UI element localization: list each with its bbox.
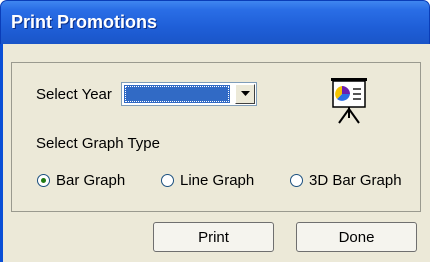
title-bar[interactable]: Print Promotions bbox=[0, 0, 430, 44]
print-promotions-dialog: Print Promotions Select Year Select Grap… bbox=[0, 0, 430, 262]
chevron-down-icon bbox=[241, 91, 250, 96]
radio-label: Bar Graph bbox=[56, 171, 126, 189]
select-graph-type-label: Select Graph Type bbox=[36, 135, 160, 152]
radio-3d-bar-graph[interactable]: 3D Bar Graph bbox=[290, 168, 402, 192]
select-year-value bbox=[124, 85, 230, 103]
radio-button-selected bbox=[37, 173, 50, 187]
radio-label: 3D Bar Graph bbox=[309, 171, 402, 189]
window-title: Print Promotions bbox=[11, 12, 158, 32]
radio-button bbox=[161, 173, 174, 187]
select-year-dropdown-button[interactable] bbox=[235, 84, 255, 104]
print-button[interactable]: Print bbox=[153, 222, 274, 252]
select-year-combobox[interactable] bbox=[121, 82, 257, 106]
radio-label: Line Graph bbox=[180, 171, 255, 189]
radio-line-graph[interactable]: Line Graph bbox=[161, 168, 254, 192]
radio-button bbox=[290, 173, 303, 187]
presentation-chart-icon bbox=[331, 78, 367, 124]
radio-bar-graph[interactable]: Bar Graph bbox=[37, 168, 125, 192]
done-button[interactable]: Done bbox=[296, 222, 417, 252]
select-year-label: Select Year bbox=[36, 86, 112, 103]
